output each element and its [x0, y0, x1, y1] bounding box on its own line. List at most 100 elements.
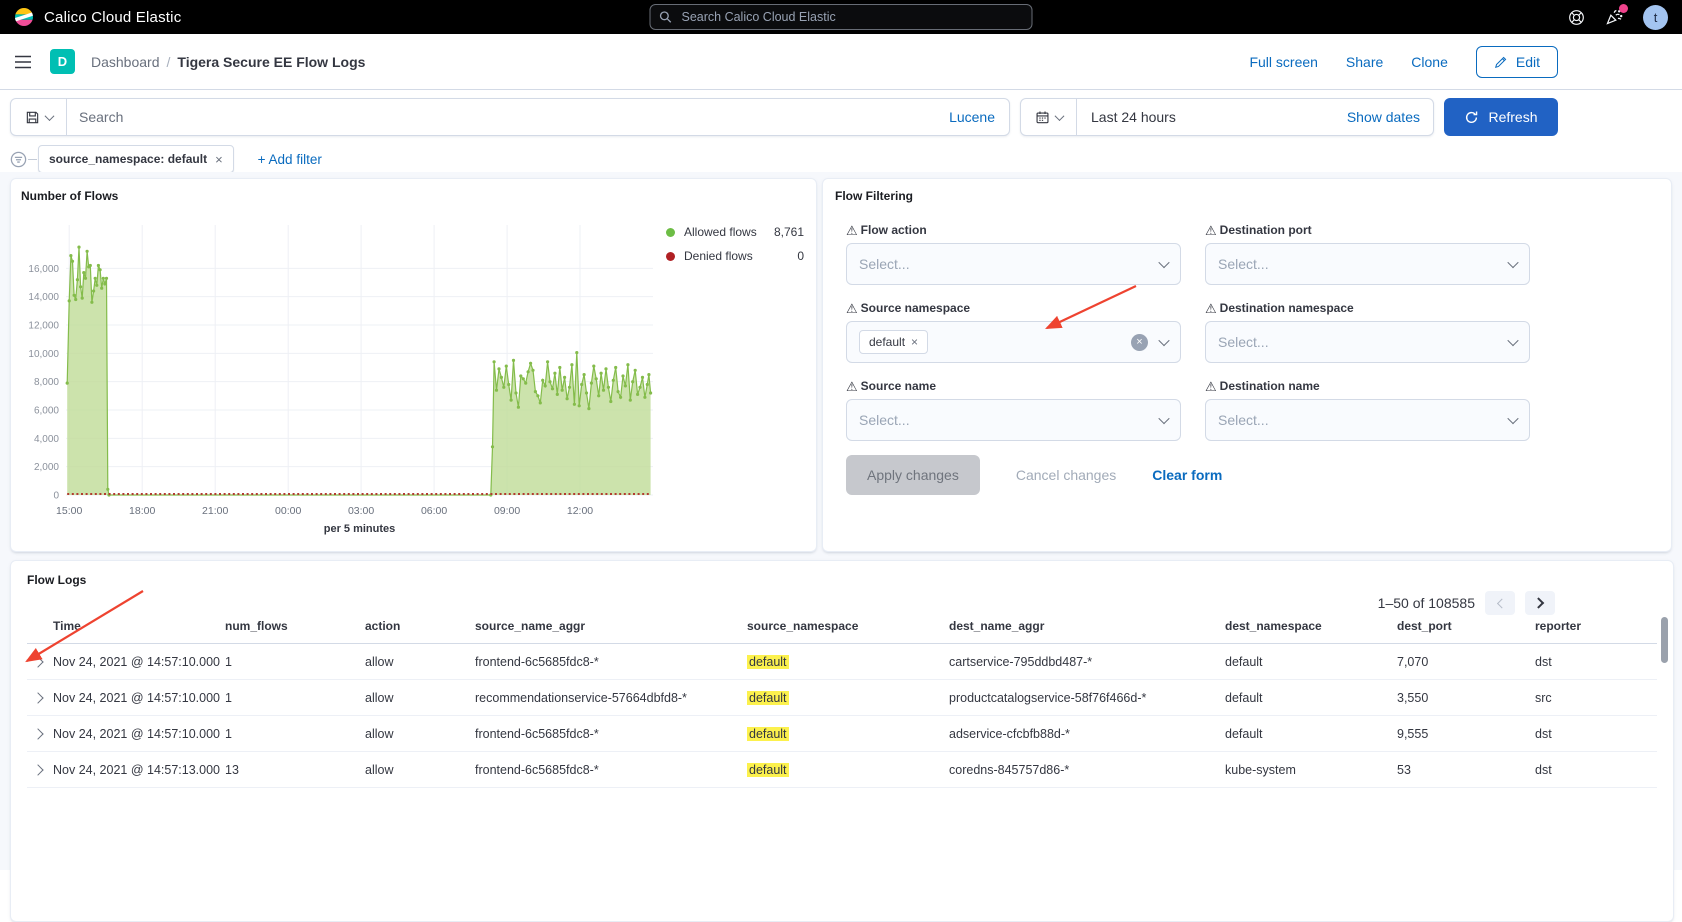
source-namespace-default-tag[interactable]: default × [859, 330, 928, 354]
chevron-down-icon [1507, 335, 1518, 346]
destination-name-select[interactable]: Select... [1205, 399, 1530, 441]
svg-text:00:00: 00:00 [275, 505, 301, 517]
global-search-input[interactable] [680, 9, 1024, 25]
destination-name-field: ⚠Destination name Select... [1205, 379, 1530, 441]
refresh-button[interactable]: Refresh [1444, 98, 1558, 136]
remove-tag-icon[interactable]: × [911, 335, 918, 349]
query-search-input[interactable] [67, 109, 949, 125]
expand-row-icon[interactable] [32, 692, 43, 703]
search-icon [659, 10, 673, 24]
date-picker: Last 24 hours Show dates [1020, 98, 1434, 136]
dashboard-badge[interactable]: D [50, 49, 75, 74]
source-name-select[interactable]: Select... [846, 399, 1181, 441]
source-namespace-field: ⚠Source namespace default × × [846, 301, 1181, 363]
hamburger-menu-icon[interactable] [14, 55, 32, 69]
expand-row-icon[interactable] [32, 728, 43, 739]
chevron-down-icon [44, 111, 54, 121]
table-header-row: Time num_flows action source_name_aggr s… [27, 619, 1657, 644]
time-range-value[interactable]: Last 24 hours [1091, 109, 1176, 125]
filter-bar: source_namespace: default × + Add filter [10, 145, 1682, 173]
chevron-down-icon [1507, 257, 1518, 268]
source-name-field: ⚠Source name Select... [846, 379, 1181, 441]
table-scrollbar[interactable] [1661, 617, 1668, 663]
col-dest-name-aggr[interactable]: dest_name_aggr [949, 619, 1225, 633]
table-row[interactable]: Nov 24, 2021 @ 14:57:10.000 1 allow reco… [27, 680, 1657, 716]
svg-text:per 5 minutes: per 5 minutes [324, 523, 396, 535]
clear-selection-icon[interactable]: × [1131, 334, 1148, 351]
source-namespace-select[interactable]: default × × [846, 321, 1181, 363]
dashboard-area: Number of Flows 02,0004,0006,0008,00010,… [0, 172, 1682, 870]
col-source-namespace[interactable]: source_namespace [747, 619, 949, 633]
chevron-down-icon [1158, 257, 1169, 268]
query-bar: Lucene Last 24 hours Show dates Refresh [10, 98, 1558, 136]
warning-icon: ⚠ [846, 302, 858, 315]
flows-panel-title: Number of Flows [21, 189, 118, 203]
filter-connector [28, 159, 37, 160]
svg-text:10,000: 10,000 [28, 349, 59, 360]
expand-row-icon[interactable] [32, 764, 43, 775]
table-row[interactable]: Nov 24, 2021 @ 14:57:10.000 1 allow fron… [27, 716, 1657, 752]
table-body: Nov 24, 2021 @ 14:57:10.000 1 allow fron… [11, 644, 1673, 788]
svg-text:03:00: 03:00 [348, 505, 374, 517]
show-dates-link[interactable]: Show dates [1347, 109, 1420, 125]
flow-action-select[interactable]: Select... [846, 243, 1181, 285]
notification-dot [1619, 4, 1628, 13]
next-page-button[interactable] [1525, 591, 1555, 615]
clone-link[interactable]: Clone [1411, 54, 1448, 70]
clear-form-link[interactable]: Clear form [1152, 467, 1222, 483]
expand-row-icon[interactable] [32, 656, 43, 667]
filter-options-icon[interactable] [10, 151, 27, 168]
flow-logs-title: Flow Logs [27, 573, 86, 587]
share-link[interactable]: Share [1346, 54, 1383, 70]
destination-namespace-select[interactable]: Select... [1205, 321, 1530, 363]
table-row[interactable]: Nov 24, 2021 @ 14:57:13.000 13 allow fro… [27, 752, 1657, 788]
news-feed-icon[interactable] [1605, 8, 1623, 26]
pagination-range: 1–50 of 108585 [1378, 595, 1475, 611]
col-dest-port[interactable]: dest_port [1397, 619, 1535, 633]
global-search-box[interactable] [650, 4, 1033, 30]
svg-text:2,000: 2,000 [34, 462, 59, 473]
col-reporter[interactable]: reporter [1535, 619, 1657, 633]
add-filter-link[interactable]: + Add filter [258, 152, 322, 167]
highlighted-value: default [747, 763, 789, 777]
flow-filtering-panel: Flow Filtering ⚠Flow action Select... ⚠D… [822, 178, 1672, 552]
apply-changes-button[interactable]: Apply changes [846, 455, 980, 495]
date-quick-menu-button[interactable] [1021, 99, 1077, 135]
col-time[interactable]: Time [53, 619, 225, 633]
denied-flows-dot [666, 252, 675, 261]
previous-page-button[interactable] [1485, 591, 1515, 615]
svg-text:14,000: 14,000 [28, 292, 59, 303]
svg-text:21:00: 21:00 [202, 505, 228, 517]
col-num-flows[interactable]: num_flows [225, 619, 365, 633]
col-dest-namespace[interactable]: dest_namespace [1225, 619, 1397, 633]
cancel-changes-button[interactable]: Cancel changes [1016, 467, 1116, 483]
svg-text:8,000: 8,000 [34, 377, 59, 388]
legend-allowed-flows[interactable]: Allowed flows 8,761 [666, 225, 804, 239]
legend-denied-flows[interactable]: Denied flows 0 [666, 249, 804, 263]
highlighted-value: default [747, 655, 789, 669]
pagination: 1–50 of 108585 [1378, 591, 1555, 615]
number-of-flows-panel: Number of Flows 02,0004,0006,0008,00010,… [10, 178, 817, 552]
svg-text:12,000: 12,000 [28, 321, 59, 332]
help-icon[interactable] [1568, 9, 1585, 26]
flows-area-chart[interactable]: 02,0004,0006,0008,00010,00012,00014,0001… [11, 195, 666, 537]
query-input-box: Lucene [10, 98, 1010, 136]
avatar[interactable]: t [1643, 5, 1668, 30]
save-query-icon [25, 110, 40, 125]
svg-text:06:00: 06:00 [421, 505, 447, 517]
query-language-toggle[interactable]: Lucene [949, 109, 995, 125]
highlighted-value: default [747, 691, 789, 705]
breadcrumb-dashboard[interactable]: Dashboard [91, 54, 160, 70]
elastic-logo[interactable] [14, 7, 34, 27]
full-screen-link[interactable]: Full screen [1249, 54, 1317, 70]
col-action[interactable]: action [365, 619, 475, 633]
saved-query-menu-button[interactable] [11, 99, 67, 135]
table-row[interactable]: Nov 24, 2021 @ 14:57:10.000 1 allow fron… [27, 644, 1657, 680]
nav-bar: D Dashboard / Tigera Secure EE Flow Logs… [0, 34, 1682, 90]
edit-button[interactable]: Edit [1476, 46, 1558, 78]
destination-port-select[interactable]: Select... [1205, 243, 1530, 285]
filter-pill-source-namespace[interactable]: source_namespace: default × [38, 145, 234, 173]
remove-filter-icon[interactable]: × [215, 152, 223, 167]
col-source-name-aggr[interactable]: source_name_aggr [475, 619, 747, 633]
chevron-down-icon [1507, 413, 1518, 424]
